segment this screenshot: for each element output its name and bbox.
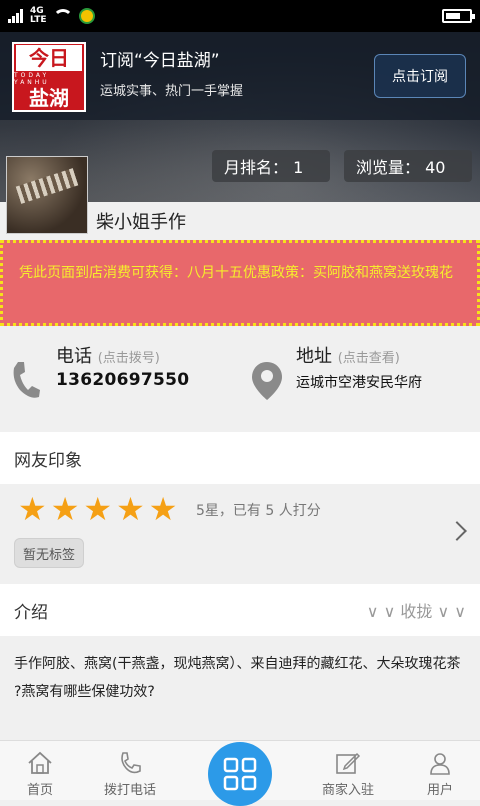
wifi-icon	[52, 9, 73, 23]
chevron-right-icon[interactable]	[447, 521, 467, 541]
address-label: 地址	[296, 346, 332, 367]
impression-tag: 暂无标签	[14, 538, 85, 568]
intro-line: ?燕窝有哪些保健功效?	[14, 684, 155, 700]
subscribe-banner: 今日 TODAY YANHU 盐湖 订阅“今日盐湖” 运城实事、热门一手掌握 点…	[0, 32, 480, 120]
center-menu-button[interactable]	[208, 742, 272, 806]
collapse-toggle[interactable]: ∨ ∨ 收拢 ∨ ∨	[367, 598, 466, 622]
store-name: 柴小姐手作	[96, 212, 186, 233]
subscribe-desc: 运城实事、热门一手掌握	[100, 84, 244, 99]
intro-header: 介绍 ∨ ∨ 收拢 ∨ ∨	[0, 584, 480, 636]
impressions-header: 网友印象	[0, 432, 480, 484]
nav-call-label: 拨打电话	[103, 783, 156, 798]
nav-user[interactable]: 用户	[400, 741, 480, 801]
phone-icon	[13, 362, 40, 398]
location-pin-icon	[252, 362, 282, 400]
promo-banner: 凭此页面到店消费可获得：八月十五优惠政策：买阿胶和燕窝送玫瑰花	[0, 240, 480, 326]
store-thumbnail[interactable]	[6, 156, 88, 234]
rating-text: 5星，已有 5 人打分	[196, 503, 321, 519]
app-notification-icon	[78, 8, 95, 24]
nav-call[interactable]: 拨打电话	[90, 741, 170, 801]
user-icon	[430, 753, 450, 775]
network-4g-icon: 4G LTE	[30, 6, 47, 25]
star-icon: ★	[148, 490, 178, 528]
nav-home-label: 首页	[26, 783, 53, 798]
signal-icon	[8, 9, 24, 23]
intro-line: 手作阿胶、燕窝(干燕盏，现炖燕窝）、来自迪拜的藏红花、大朵玫瑰花茶	[14, 656, 461, 672]
nav-user-label: 用户	[426, 783, 453, 798]
star-icon: ★	[83, 490, 113, 528]
impressions-title: 网友印象	[14, 450, 82, 471]
jinri-yanhu-logo: 今日 TODAY YANHU 盐湖	[12, 42, 86, 112]
battery-icon	[442, 9, 475, 23]
subscribe-button[interactable]: 点击订阅	[374, 54, 466, 98]
phone-hint: (点击拨号)	[97, 351, 160, 366]
status-bar: 4G LTE	[0, 0, 480, 32]
star-icon: ★	[18, 490, 47, 528]
view-count-badge: 浏览量： 40	[344, 150, 472, 182]
intro-title: 介绍	[14, 602, 48, 623]
monthly-rank-badge: 月排名： 1	[212, 150, 330, 182]
impressions-section[interactable]: ★ ★ ★ ★ ★ 5星，已有 5 人打分 暂无标签	[0, 484, 480, 582]
star-rating: ★ ★ ★ ★ ★	[18, 492, 177, 526]
contact-section: 电话 (点击拨号) 13620697550 地址 (点击查看) 运城市空港安民华…	[0, 330, 480, 430]
intro-body: 手作阿胶、燕窝(干燕盏，现炖燕窝）、来自迪拜的藏红花、大朵玫瑰花茶 ?燕窝有哪些…	[0, 636, 480, 746]
edit-icon	[336, 752, 361, 774]
address-text[interactable]: 运城市空港安民华府	[296, 372, 422, 392]
address-hint: (点击查看)	[337, 351, 400, 366]
star-icon: ★	[116, 490, 145, 528]
nav-home[interactable]: 首页	[0, 741, 80, 801]
phone-icon	[121, 752, 141, 774]
subscribe-title: 订阅“今日盐湖”	[100, 51, 220, 71]
phone-number[interactable]: 13620697550	[56, 370, 189, 390]
nav-merchant[interactable]: 商家入驻	[308, 741, 388, 801]
grid-icon	[223, 757, 257, 791]
home-icon	[28, 751, 52, 774]
nav-merchant-label: 商家入驻	[321, 783, 374, 798]
star-icon: ★	[50, 490, 80, 528]
phone-label: 电话	[56, 346, 92, 367]
